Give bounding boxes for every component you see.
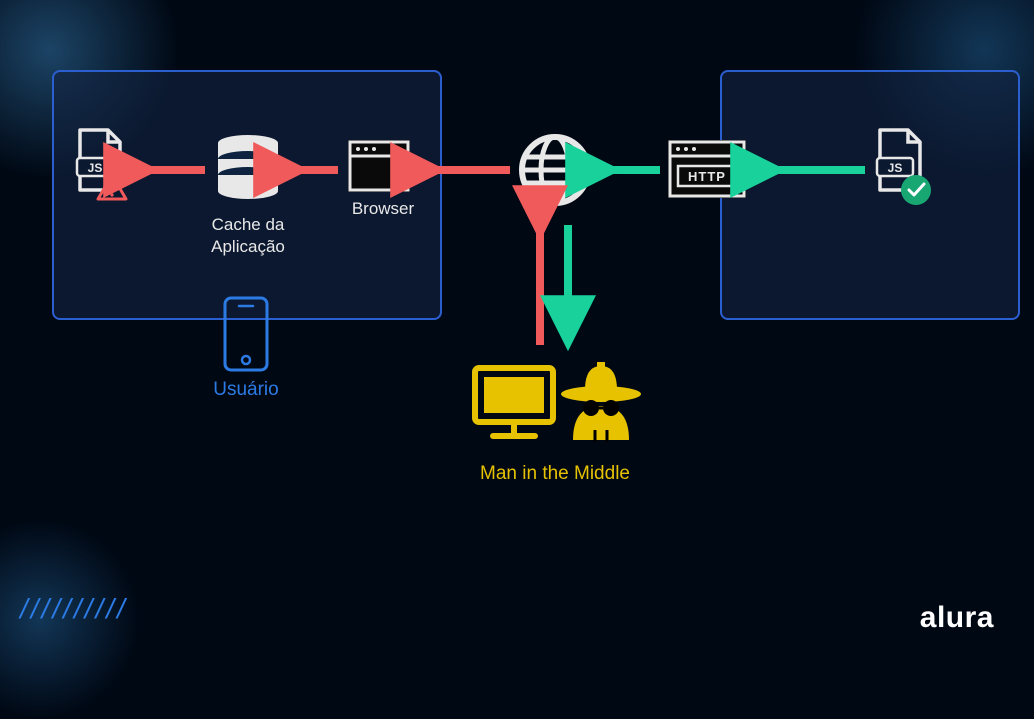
diagram-svg: JS HTTP xyxy=(0,0,1034,659)
svg-text:JS: JS xyxy=(888,161,903,175)
browser-window-icon xyxy=(348,140,410,192)
cache-database-icon xyxy=(218,135,278,199)
smartphone-icon xyxy=(225,298,267,370)
label-browser: Browser xyxy=(348,198,418,220)
label-user: Usuário xyxy=(200,378,292,403)
http-window-icon: HTTP xyxy=(668,140,746,198)
svg-text:JS: JS xyxy=(88,161,103,175)
js-file-verified-icon: JS xyxy=(877,130,931,205)
svg-text:HTTP: HTTP xyxy=(688,169,726,184)
mitm-computer-icon xyxy=(475,368,553,436)
spy-icon xyxy=(561,362,641,442)
label-mitm: Man in the Middle xyxy=(440,462,670,487)
js-file-compromised-icon: JS xyxy=(77,130,126,199)
brand-logo: alura xyxy=(920,601,994,635)
globe-icon xyxy=(522,137,588,203)
brand-hatching: ////////// xyxy=(20,593,128,625)
label-cache: Cache daAplicação xyxy=(198,214,298,258)
